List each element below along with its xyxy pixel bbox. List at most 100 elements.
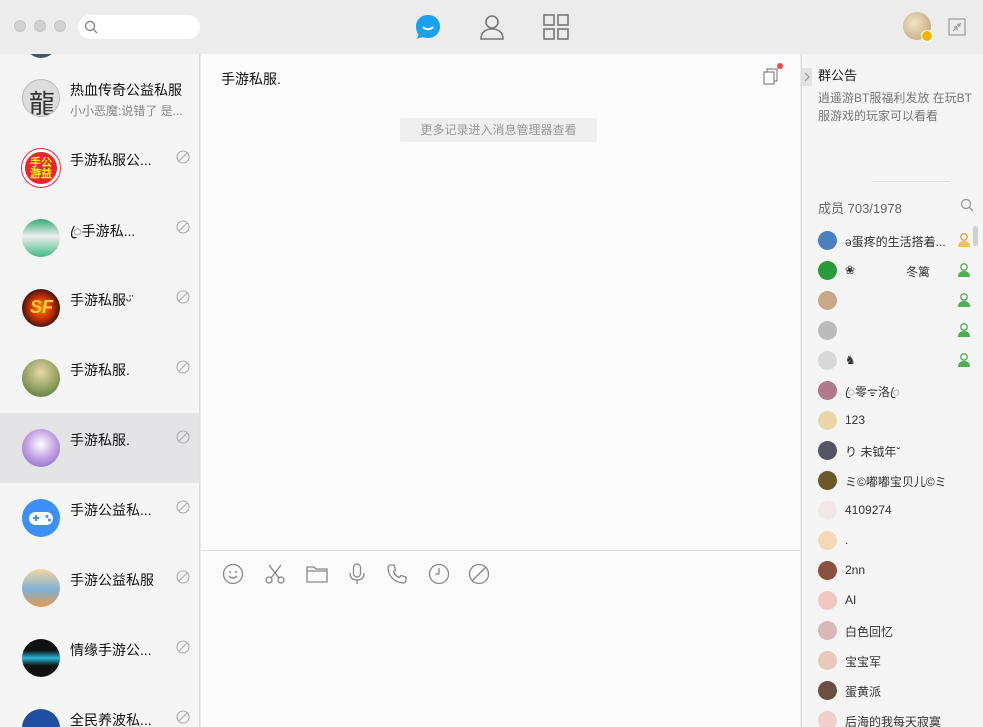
block-icon[interactable] — [468, 563, 490, 585]
member-item[interactable]: 宝宝军 — [818, 645, 978, 675]
admin-icon — [958, 233, 970, 247]
conversation-item[interactable]: 全民养波私... — [0, 693, 199, 727]
conversation-name: 热血传奇公益私服 — [70, 82, 182, 98]
status-badge — [921, 30, 933, 42]
member-item[interactable] — [818, 315, 978, 345]
shrink-window-icon[interactable] — [948, 18, 966, 36]
title-bar — [0, 0, 983, 54]
conversation-item[interactable]: 手游公益私... — [0, 483, 199, 553]
user-avatar[interactable] — [903, 12, 933, 42]
conversation-item[interactable]: ꦿ手游私... — [0, 203, 199, 273]
folder-icon[interactable] — [306, 563, 328, 585]
member-avatar — [818, 471, 837, 490]
mute-icon — [176, 570, 190, 584]
member-name: ミ©嘟嘟宝贝儿©ミ — [845, 475, 947, 489]
member-name: 宝宝军 — [845, 655, 882, 669]
member-avatar — [818, 411, 837, 430]
partial-avatar — [25, 54, 57, 58]
member-name: ♞ — [845, 353, 856, 367]
member-name: 123 — [845, 413, 866, 427]
member-item[interactable]: ꦿ零ᯤ洛ꦿ — [818, 375, 978, 405]
member-nickname: 冬篱 — [906, 265, 931, 279]
member-item[interactable]: ə蛋疼的生活搭着... — [818, 225, 978, 255]
member-item[interactable]: 后海的我每天寂寞 — [818, 705, 978, 727]
phone-icon[interactable] — [386, 563, 408, 585]
member-item[interactable]: ♞ — [818, 345, 978, 375]
mute-icon — [176, 220, 190, 234]
mute-icon — [176, 640, 190, 654]
conversation-name: 手游公益私... — [70, 502, 152, 518]
member-avatar — [818, 651, 837, 670]
member-avatar — [818, 381, 837, 400]
member-item[interactable] — [818, 285, 978, 315]
close-window-button[interactable] — [14, 20, 26, 32]
member-avatar — [818, 441, 837, 460]
contacts-icon[interactable] — [477, 12, 507, 42]
search-input[interactable] — [78, 15, 200, 39]
conversation-item[interactable]: SF 手游私服ᵕ̈ — [0, 273, 199, 343]
mute-icon — [176, 430, 190, 444]
member-name: 蛋黄派 — [845, 685, 882, 699]
conversation-name: 情缘手游公... — [70, 642, 152, 658]
member-item[interactable]: . — [818, 525, 978, 555]
conversation-name: 手游私服. — [70, 362, 130, 378]
chat-title: 手游私服. — [221, 71, 281, 87]
notification-dot — [777, 63, 783, 69]
clock-icon[interactable] — [428, 563, 450, 585]
announcement-title: 群公告 — [818, 68, 858, 83]
member-name: 4109274 — [845, 503, 892, 517]
conversation-name: 手游私服ᵕ̈ — [70, 292, 132, 308]
group-avatar: 手公 游益 — [22, 149, 60, 187]
chevron-right-icon — [804, 72, 810, 82]
mute-icon — [176, 500, 190, 514]
admin-icon — [958, 263, 970, 277]
message-input-area[interactable] — [201, 550, 800, 727]
member-item[interactable]: 2nn — [818, 555, 978, 585]
group-avatar — [22, 359, 60, 397]
member-avatar — [818, 501, 837, 520]
group-files-icon[interactable] — [763, 68, 779, 85]
member-item[interactable]: ミ©嘟嘟宝贝儿©ミ — [818, 465, 978, 495]
member-item[interactable]: り 未钺年ˇ — [818, 435, 978, 465]
chat-pane: 手游私服. 更多记录进入消息管理器查看 — [201, 54, 800, 727]
group-avatar — [22, 499, 60, 537]
mute-icon — [176, 360, 190, 374]
group-avatar — [22, 219, 60, 257]
conversation-item[interactable]: 手公 游益 手游私服公... — [0, 133, 199, 203]
member-item[interactable]: 白色回忆 — [818, 615, 978, 645]
chat-bubble-icon[interactable] — [413, 12, 443, 42]
member-avatar — [818, 261, 837, 280]
apps-grid-icon[interactable] — [541, 12, 571, 42]
search-icon[interactable] — [960, 198, 974, 212]
search-icon — [84, 20, 98, 34]
microphone-icon[interactable] — [346, 563, 368, 585]
zoom-window-button[interactable] — [54, 20, 66, 32]
mute-icon — [176, 290, 190, 304]
member-avatar — [818, 591, 837, 610]
member-item[interactable]: AI — [818, 585, 978, 615]
group-avatar — [22, 429, 60, 467]
minimize-window-button[interactable] — [34, 20, 46, 32]
announcement-body[interactable]: 逍遥游BT服福利发放 在玩BT服游戏的玩家可以看看 — [818, 89, 976, 125]
member-item[interactable]: 123 — [818, 405, 978, 435]
member-avatar — [818, 231, 837, 250]
conversation-item[interactable]: 手游私服. — [0, 343, 199, 413]
conversation-item[interactable]: 情缘手游公... — [0, 623, 199, 693]
conversation-item-active[interactable]: 手游私服. — [0, 413, 199, 483]
emoji-icon[interactable] — [222, 563, 244, 585]
conversation-preview: 小小恶魔:说错了 是... — [70, 104, 183, 118]
group-avatar — [22, 709, 60, 727]
member-name: 2nn — [845, 563, 866, 577]
member-item[interactable]: ❀ 冬篱 — [818, 255, 978, 285]
mute-icon — [176, 710, 190, 724]
admin-icon — [958, 323, 970, 337]
member-avatar — [818, 561, 837, 580]
member-item[interactable]: 4109274 — [818, 495, 978, 525]
collapse-panel-button[interactable] — [802, 68, 812, 86]
member-item[interactable]: 蛋黄派 — [818, 675, 978, 705]
history-notice-link[interactable]: 更多记录进入消息管理器查看 — [400, 118, 597, 142]
conversation-name: 手游私服. — [70, 432, 130, 448]
scissors-icon[interactable] — [264, 563, 286, 585]
conversation-item[interactable]: 手游公益私服 — [0, 553, 199, 623]
conversation-item[interactable]: 龍 热血传奇公益私服 小小恶魔:说错了 是... — [0, 63, 199, 133]
